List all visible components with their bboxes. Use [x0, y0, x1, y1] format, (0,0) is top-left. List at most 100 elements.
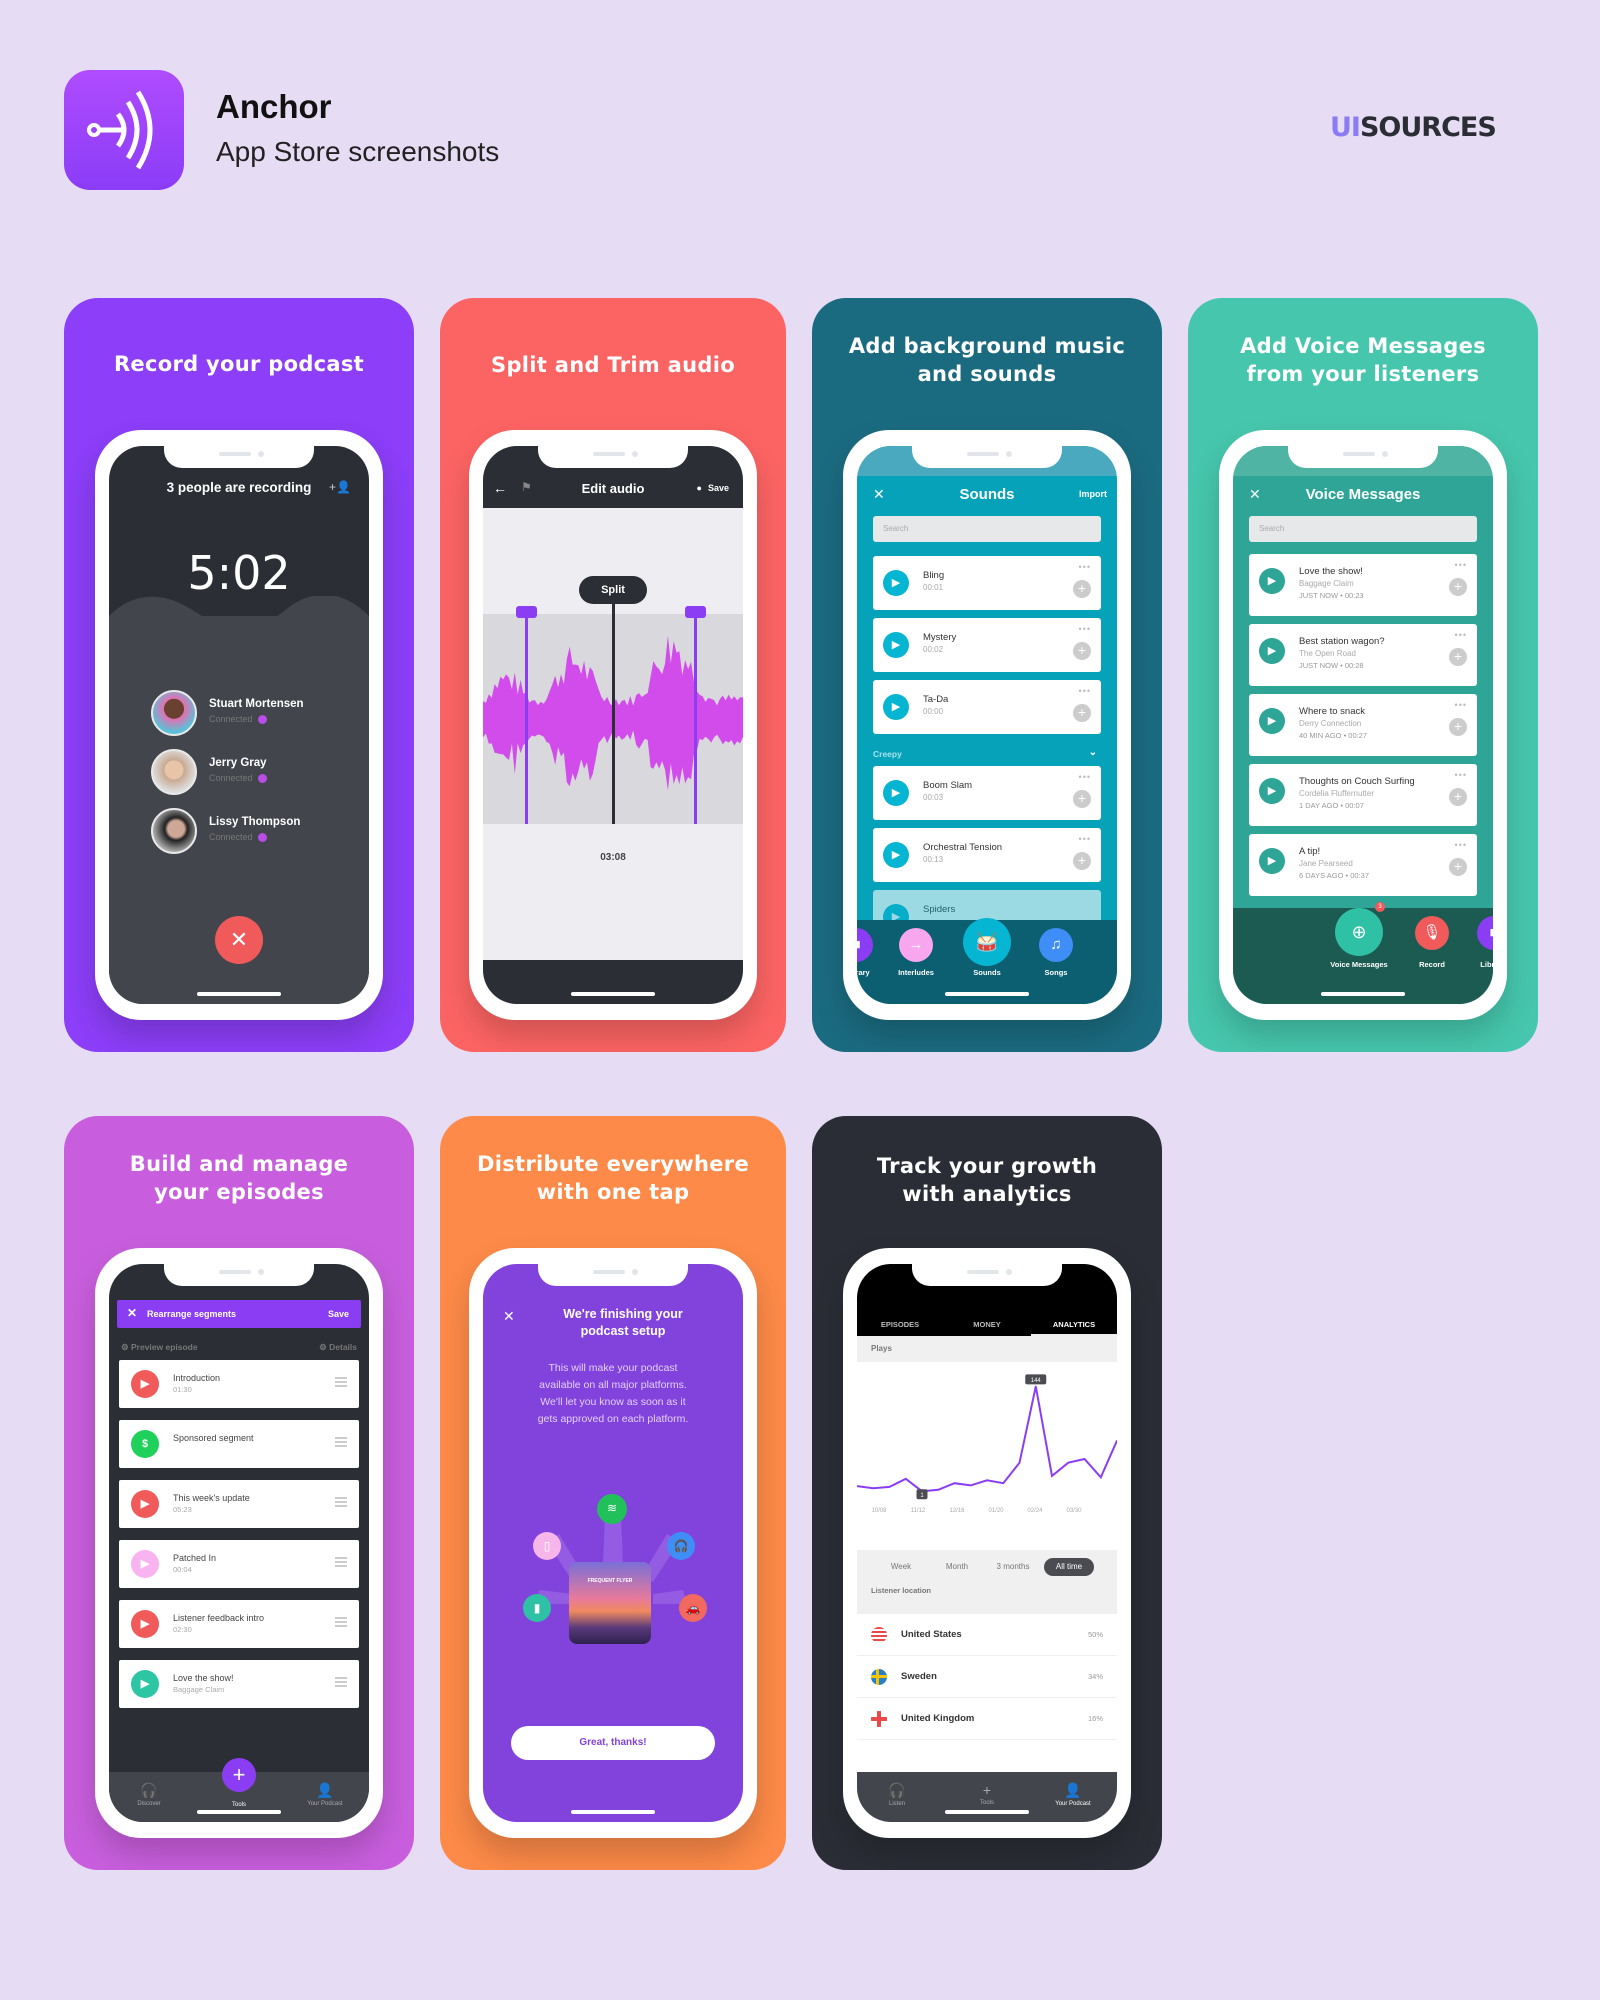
more-icon[interactable]: ••• — [1455, 700, 1467, 710]
sound-duration: 00:01 — [923, 583, 944, 592]
save-button[interactable]: Save — [328, 1309, 349, 1319]
drag-handle-icon[interactable] — [335, 1677, 347, 1687]
tab-your-podcast[interactable]: 👤 Your Podcast — [1033, 1782, 1113, 1807]
sounds-drum-icon[interactable]: 🥁 — [963, 918, 1011, 966]
play-icon[interactable]: ▶ — [883, 570, 909, 596]
trim-handle-left[interactable] — [516, 606, 537, 824]
save-button[interactable]: Save — [697, 483, 729, 493]
play-icon[interactable]: ▶ — [883, 694, 909, 720]
drag-handle-icon[interactable] — [335, 1497, 347, 1507]
play-icon[interactable]: ▶ — [1259, 848, 1285, 874]
segment-item[interactable]: ▶ Patched In 00:04 — [119, 1540, 359, 1588]
add-icon[interactable]: + — [1073, 704, 1091, 722]
sound-item[interactable]: ▶ Mystery 00:02 ••• + — [873, 618, 1101, 672]
add-icon[interactable]: + — [1073, 852, 1091, 870]
add-icon[interactable]: + — [1449, 648, 1467, 666]
tab-episodes[interactable]: EPISODES — [857, 1320, 943, 1329]
add-person-icon[interactable]: +👤 — [329, 480, 351, 494]
play-icon[interactable]: ▶ — [131, 1370, 159, 1398]
sound-item[interactable]: ▶ Orchestral Tension 00:13 ••• + — [873, 828, 1101, 882]
sound-item[interactable]: ▶ Bling 00:01 ••• + — [873, 556, 1101, 610]
more-icon[interactable]: ••• — [1079, 562, 1091, 572]
add-fab-button[interactable]: + — [222, 1758, 256, 1792]
trim-handle-right[interactable] — [685, 606, 706, 824]
play-icon[interactable]: ▶ — [883, 780, 909, 806]
drag-handle-icon[interactable] — [335, 1557, 347, 1567]
play-icon[interactable]: ▶ — [1259, 568, 1285, 594]
split-button[interactable]: Split — [579, 576, 647, 604]
range-3-months[interactable]: 3 months — [988, 1558, 1038, 1576]
add-icon[interactable]: + — [1073, 790, 1091, 808]
drag-handle-icon[interactable] — [335, 1437, 347, 1447]
tab-analytics[interactable]: ANALYTICS — [1031, 1320, 1117, 1336]
search-input[interactable]: Search — [873, 516, 1101, 542]
segment-item[interactable]: ▶ This week's update 05:23 — [119, 1480, 359, 1528]
tab-money[interactable]: MONEY — [944, 1320, 1030, 1329]
tab-tools[interactable]: Tools — [199, 1800, 279, 1808]
voice-message-item[interactable]: ▶ A tip! Jane Pearseed 6 DAYS AGO • 00:37 ••… — [1249, 834, 1477, 896]
drag-handle-icon[interactable] — [335, 1617, 347, 1627]
import-button[interactable]: Import — [1079, 489, 1107, 499]
interludes-icon[interactable]: → — [899, 928, 933, 962]
preview-episode-link[interactable]: ⚙ Preview episode — [121, 1342, 198, 1352]
rearrange-screen: ✕ Rearrange segments Save ⚙ Preview epis… — [109, 1264, 369, 1822]
close-icon[interactable]: ✕ — [503, 1308, 515, 1325]
details-link[interactable]: ⚙ Details — [319, 1342, 357, 1353]
tab-your-podcast[interactable]: 👤 Your Podcast — [285, 1782, 365, 1807]
play-icon[interactable]: ▶ — [1259, 778, 1285, 804]
add-icon[interactable]: + — [1449, 858, 1467, 876]
more-icon[interactable]: ••• — [1079, 772, 1091, 782]
library-icon[interactable]: ■ — [1477, 916, 1493, 950]
more-icon[interactable]: ••• — [1079, 686, 1091, 696]
microphone-icon[interactable]: 🎙 — [1415, 916, 1449, 950]
chevron-down-icon[interactable]: ⌄ — [1089, 747, 1097, 758]
range-month[interactable]: Month — [932, 1558, 982, 1576]
play-icon[interactable]: ▶ — [131, 1550, 159, 1578]
voice-message-item[interactable]: ▶ Thoughts on Couch Surfing Cordelia Fluff… — [1249, 764, 1477, 826]
play-icon[interactable]: ▶ — [1259, 708, 1285, 734]
range-week[interactable]: Week — [876, 1558, 926, 1576]
play-icon[interactable]: ▶ — [883, 632, 909, 658]
more-icon[interactable]: ••• — [1455, 630, 1467, 640]
range-all-time[interactable]: All time — [1044, 1558, 1094, 1576]
search-input[interactable]: Search — [1249, 516, 1477, 542]
voice-message-add-icon[interactable]: ⊕ — [1335, 908, 1383, 956]
add-icon[interactable]: + — [1449, 578, 1467, 596]
playhead[interactable] — [612, 602, 615, 824]
play-icon[interactable]: ▶ — [131, 1610, 159, 1638]
tab-discover[interactable]: 🎧 Discover — [109, 1782, 189, 1807]
voice-message-item[interactable]: ▶ Where to snack Derry Connection 40 MIN AG… — [1249, 694, 1477, 756]
add-icon[interactable]: + — [1073, 642, 1091, 660]
uisources-logo[interactable]: UISOURCES — [1330, 112, 1497, 143]
dollar-icon[interactable]: $ — [131, 1430, 159, 1458]
add-icon[interactable]: + — [1073, 580, 1091, 598]
sound-item[interactable]: ▶ Boom Slam 00:03 ••• + — [873, 766, 1101, 820]
add-icon[interactable]: + — [1449, 788, 1467, 806]
voice-message-item[interactable]: ▶ Best station wagon? The Open Road JUST NO… — [1249, 624, 1477, 686]
library-icon[interactable]: ■ — [857, 928, 873, 962]
segment-item[interactable]: ▶ Listener feedback intro 02:30 — [119, 1600, 359, 1648]
great-thanks-button[interactable]: Great, thanks! — [511, 1726, 715, 1760]
voice-message-item[interactable]: ▶ Love the show! Baggage Claim JUST NOW • 0… — [1249, 554, 1477, 616]
more-icon[interactable]: ••• — [1079, 624, 1091, 634]
sound-item[interactable]: ▶ Ta-Da 00:00 ••• + — [873, 680, 1101, 734]
more-icon[interactable]: ••• — [1455, 840, 1467, 850]
more-icon[interactable]: ••• — [1455, 770, 1467, 780]
play-icon[interactable]: ▶ — [131, 1490, 159, 1518]
segment-item[interactable]: ▶ Love the show! Baggage Claim — [119, 1660, 359, 1708]
drag-handle-icon[interactable] — [335, 1377, 347, 1387]
tab-tools[interactable]: + Tools — [947, 1782, 1027, 1806]
play-icon[interactable]: ▶ — [131, 1670, 159, 1698]
close-icon[interactable]: ✕ — [127, 1306, 137, 1320]
segment-item[interactable]: $ Sponsored segment — [119, 1420, 359, 1468]
play-icon[interactable]: ▶ — [1259, 638, 1285, 664]
play-icon[interactable]: ▶ — [883, 842, 909, 868]
more-icon[interactable]: ••• — [1455, 560, 1467, 570]
more-icon[interactable]: ••• — [1079, 834, 1091, 844]
songs-music-icon[interactable]: ♫ — [1039, 928, 1073, 962]
category-header[interactable]: Creepy ⌄ — [873, 747, 1101, 765]
add-icon[interactable]: + — [1449, 718, 1467, 736]
segment-item[interactable]: ▶ Introduction 01:30 — [119, 1360, 359, 1408]
tab-listen[interactable]: 🎧 Listen — [857, 1782, 937, 1807]
end-recording-button[interactable]: ✕ — [215, 916, 263, 964]
